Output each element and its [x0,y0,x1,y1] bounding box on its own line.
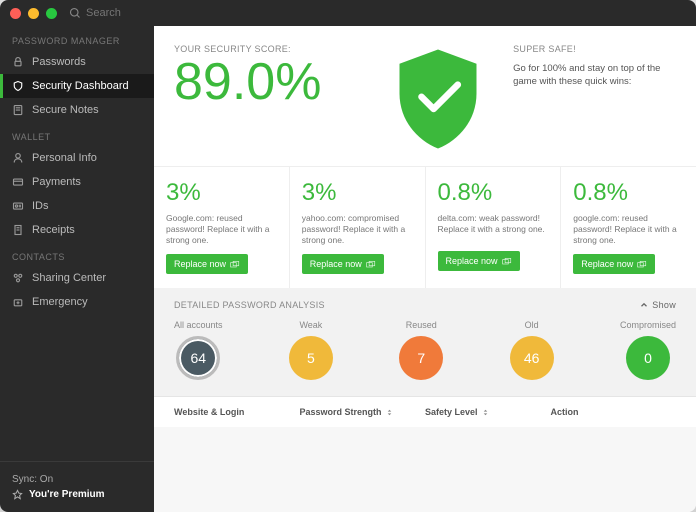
shield-badge [373,44,503,154]
sidebar-item-personal-info[interactable]: Personal Info [0,146,154,170]
sidebar-item-label: Personal Info [32,152,97,164]
traffic-lights [10,8,57,19]
table-column-header[interactable]: Website & Login [174,407,300,417]
sort-icon [385,408,394,417]
shield-icon [12,80,24,92]
sidebar-item-label: Security Dashboard [32,80,129,92]
quick-wins-row: 3% Google.com: reused password! Replace … [154,166,696,288]
quick-win-card: 0.8% delta.com: weak password! Replace i… [426,167,562,288]
sidebar-item-ids[interactable]: IDs [0,194,154,218]
analysis-circles: All accounts 64 Weak 5 Reused 7 Old 46 C… [174,320,676,380]
app-window: PASSWORD MANAGER Passwords Security Dash… [0,0,696,512]
receipt-icon [12,224,24,236]
quick-win-percent: 0.8% [438,179,549,207]
sidebar-item-emergency[interactable]: Emergency [0,290,154,314]
replace-now-button[interactable]: Replace now [166,254,248,274]
analysis-metric[interactable]: Reused 7 [399,320,443,380]
sync-status: Sync: On [12,472,142,487]
quick-win-percent: 0.8% [573,179,684,207]
close-window-button[interactable] [10,8,21,19]
sidebar-group-title: CONTACTS [0,242,154,266]
sidebar-item-receipts[interactable]: Receipts [0,218,154,242]
replace-now-button[interactable]: Replace now [302,254,384,274]
quick-win-percent: 3% [166,179,277,207]
person-icon [12,152,24,164]
quick-win-card: 3% yahoo.com: compromised password! Repl… [290,167,426,288]
sidebar-footer: Sync: On You're Premium [0,461,154,512]
sidebar-item-label: IDs [32,200,49,212]
sidebar-item-label: Emergency [32,296,88,308]
external-icon [502,257,512,266]
zoom-window-button[interactable] [46,8,57,19]
main-content: YOUR SECURITY SCORE: 89.0% SUPER SAFE! G… [154,26,696,512]
replace-now-button[interactable]: Replace now [438,251,520,271]
replace-now-button[interactable]: Replace now [573,254,655,274]
sidebar-item-label: Sharing Center [32,272,106,284]
titlebar [0,0,696,26]
shield-check-icon [383,44,493,154]
quick-win-card: 0.8% google.com: reused password! Replac… [561,167,696,288]
quick-win-text: delta.com: weak password! Replace it wit… [438,213,549,243]
sidebar-item-passwords[interactable]: Passwords [0,50,154,74]
table-header: Website & LoginPassword StrengthSafety L… [154,396,696,427]
sidebar-item-label: Receipts [32,224,75,236]
sidebar-item-sharing-center[interactable]: Sharing Center [0,266,154,290]
analysis-metric[interactable]: All accounts 64 [174,320,223,380]
card-icon [12,176,24,188]
show-toggle[interactable]: Show [639,300,676,310]
sidebar: PASSWORD MANAGER Passwords Security Dash… [0,26,154,512]
external-icon [366,260,376,269]
search-field[interactable] [69,7,166,19]
lock-icon [12,56,24,68]
note-icon [12,104,24,116]
sidebar-item-payments[interactable]: Payments [0,170,154,194]
analysis-metric[interactable]: Weak 5 [289,320,333,380]
metric-circle: 0 [626,336,670,380]
id-icon [12,200,24,212]
table-column-header[interactable]: Action [551,407,677,417]
hero: YOUR SECURITY SCORE: 89.0% SUPER SAFE! G… [154,26,696,166]
metric-label: Old [525,320,539,330]
minimize-window-button[interactable] [28,8,39,19]
sidebar-item-security-dashboard[interactable]: Security Dashboard [0,74,154,98]
security-score: 89.0% [174,56,373,108]
quick-win-text: yahoo.com: compromised password! Replace… [302,213,413,246]
sidebar-item-label: Payments [32,176,81,188]
quick-win-card: 3% Google.com: reused password! Replace … [154,167,290,288]
sidebar-item-secure-notes[interactable]: Secure Notes [0,98,154,122]
metric-circle: 7 [399,336,443,380]
metric-label: Compromised [620,320,676,330]
search-icon [69,7,81,19]
table-column-header[interactable]: Password Strength [300,407,426,417]
safe-tag: SUPER SAFE! [513,44,676,54]
emergency-icon [12,296,24,308]
table-column-header[interactable]: Safety Level [425,407,551,417]
sidebar-group-title: PASSWORD MANAGER [0,26,154,50]
analysis-panel: DETAILED PASSWORD ANALYSIS Show All acco… [154,288,696,396]
analysis-metric[interactable]: Old 46 [510,320,554,380]
external-icon [230,260,240,269]
external-icon [637,260,647,269]
analysis-metric[interactable]: Compromised 0 [620,320,676,380]
sort-icon [481,408,490,417]
sidebar-item-label: Passwords [32,56,86,68]
metric-circle: 64 [176,336,220,380]
share-icon [12,272,24,284]
sidebar-group-title: WALLET [0,122,154,146]
star-icon [12,489,23,500]
chevron-up-icon [639,300,649,310]
analysis-title: DETAILED PASSWORD ANALYSIS [174,300,325,310]
safe-message: Go for 100% and stay on top of the game … [513,62,676,89]
premium-status: You're Premium [12,487,142,502]
quick-win-text: google.com: reused password! Replace it … [573,213,684,246]
search-input[interactable] [86,7,166,19]
quick-win-percent: 3% [302,179,413,207]
metric-label: Weak [299,320,322,330]
sidebar-item-label: Secure Notes [32,104,99,116]
metric-circle: 46 [510,336,554,380]
metric-circle: 5 [289,336,333,380]
metric-label: Reused [406,320,437,330]
quick-win-text: Google.com: reused password! Replace it … [166,213,277,246]
metric-label: All accounts [174,320,223,330]
